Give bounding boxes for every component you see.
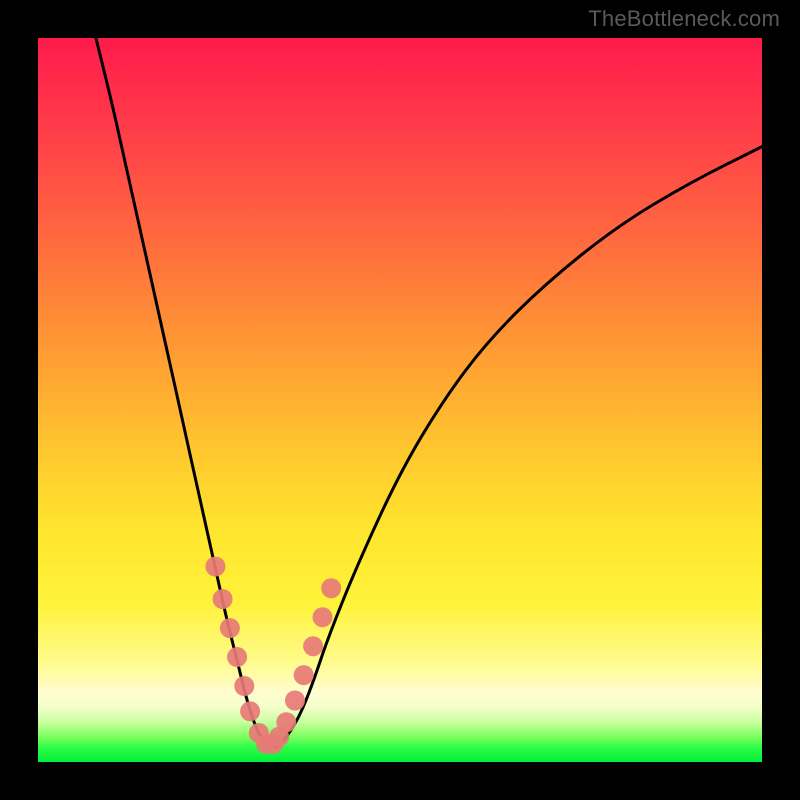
curve-layer	[38, 38, 762, 762]
highlight-dot	[294, 665, 314, 685]
highlight-dot	[321, 578, 341, 598]
plot-area	[38, 38, 762, 762]
highlight-dot	[234, 676, 254, 696]
bottleneck-curve	[96, 38, 762, 748]
highlight-dot	[220, 618, 240, 638]
attribution-label: TheBottleneck.com	[588, 6, 780, 32]
chart-frame: TheBottleneck.com	[0, 0, 800, 800]
highlight-dot	[285, 691, 305, 711]
highlight-dot	[213, 589, 233, 609]
highlight-dot	[303, 636, 323, 656]
highlight-dot	[276, 712, 296, 732]
highlight-dot	[313, 607, 333, 627]
highlight-dot	[240, 701, 260, 721]
highlight-dot	[205, 557, 225, 577]
highlight-dot	[227, 647, 247, 667]
